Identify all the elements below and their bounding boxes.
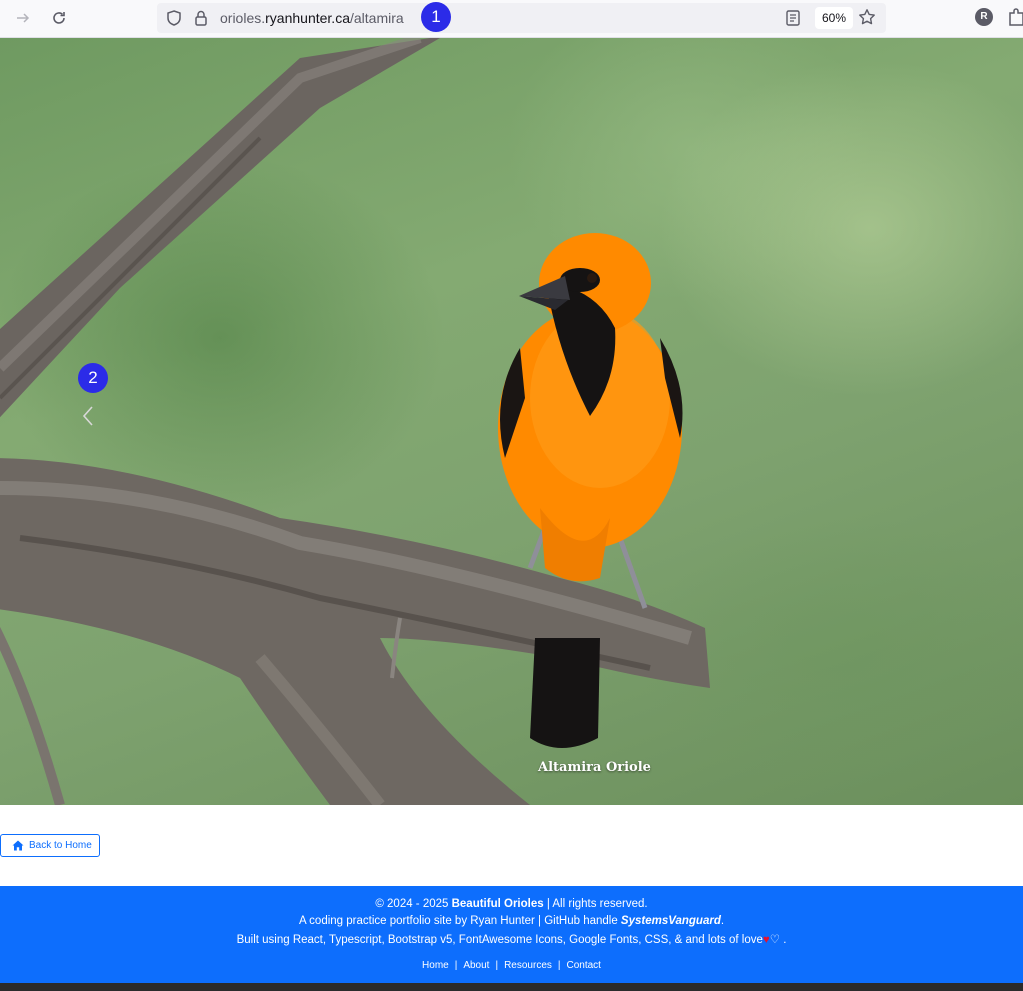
credits-suffix: . — [720, 915, 725, 927]
chevron-left-icon[interactable] — [80, 403, 96, 429]
copyright-prefix: © 2024 - 2025 — [375, 898, 452, 910]
site-footer: © 2024 - 2025 Beautiful Orioles | All ri… — [0, 886, 1023, 983]
home-icon — [12, 840, 24, 851]
lock-icon[interactable] — [193, 9, 209, 27]
forward-icon — [17, 13, 30, 23]
credits-text: A coding practice portfolio site by Ryan… — [298, 915, 621, 927]
tech-stack-suffix: . — [780, 934, 787, 946]
separator: | — [557, 960, 561, 971]
shield-icon[interactable] — [165, 9, 183, 27]
github-handle: SystemsVanguard — [620, 915, 721, 927]
separator: | — [454, 960, 458, 971]
oriole-carousel: Altamira Oriole — [0, 38, 1023, 805]
url-host: ryanhunter.ca — [265, 10, 350, 26]
carousel-caption: Altamira Oriole — [538, 760, 651, 775]
separator: | — [495, 960, 499, 971]
outline-heart-icon: ♡ — [769, 934, 781, 946]
back-to-home-button[interactable]: Back to Home — [0, 834, 100, 857]
reload-button[interactable] — [47, 6, 71, 30]
footer-nav: Home | About | Resources | Contact — [0, 960, 1023, 971]
footer-link-about[interactable]: About — [463, 960, 489, 971]
zoom-indicator[interactable]: 60% — [815, 7, 854, 29]
address-bar[interactable]: orioles.ryanhunter.ca/altamira 60% — [157, 3, 886, 33]
step-badge-2: 2 — [78, 363, 108, 393]
url-text[interactable]: orioles.ryanhunter.ca/altamira — [220, 10, 404, 26]
step-badge-1: 1 — [421, 2, 451, 32]
extensions-icon[interactable] — [1008, 7, 1023, 27]
forward-button[interactable] — [11, 6, 35, 30]
reader-view-icon[interactable] — [785, 9, 801, 27]
footer-copyright: © 2024 - 2025 Beautiful Orioles | All ri… — [0, 898, 1023, 910]
brand-name: Beautiful Orioles — [451, 898, 544, 910]
footer-tech-stack: Built using React, Typescript, Bootstrap… — [0, 932, 1023, 946]
browser-toolbar: orioles.ryanhunter.ca/altamira 60% R — [0, 0, 1023, 38]
footer-credits: A coding practice portfolio site by Ryan… — [0, 915, 1023, 927]
footer-link-contact[interactable]: Contact — [567, 960, 601, 971]
footer-link-home[interactable]: Home — [422, 960, 449, 971]
url-prefix: orioles. — [220, 10, 266, 26]
footer-link-resources[interactable]: Resources — [504, 960, 552, 971]
copyright-suffix: | All rights reserved. — [543, 898, 648, 910]
url-path: /altamira — [349, 10, 404, 26]
tech-stack-text: Built using React, Typescript, Bootstrap… — [236, 934, 763, 946]
profile-avatar[interactable]: R — [975, 8, 993, 26]
back-to-home-label: Back to Home — [29, 840, 92, 851]
star-icon[interactable] — [858, 8, 876, 26]
oriole-photo — [0, 38, 710, 805]
reload-icon — [53, 12, 65, 24]
heart-icon: ♥ — [762, 934, 770, 946]
taskbar-edge — [0, 983, 1023, 991]
